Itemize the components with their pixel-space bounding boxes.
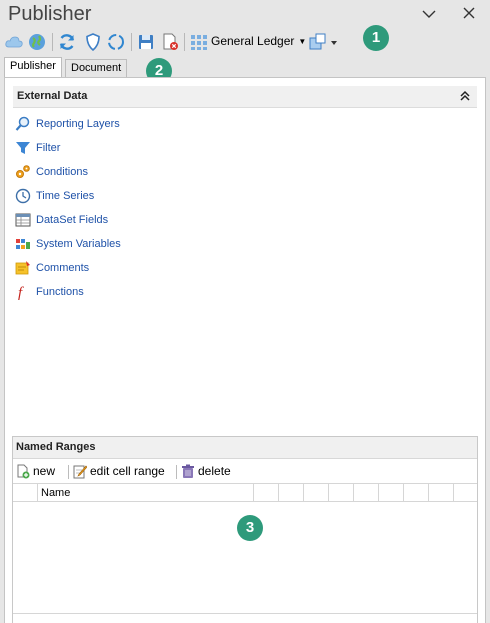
svg-text:f: f: [18, 285, 24, 300]
list-item-label: Comments: [36, 262, 90, 274]
list-item-system-variables[interactable]: System Variables: [15, 232, 121, 256]
named-ranges-header: Named Ranges: [13, 437, 477, 459]
toolbar-separator: [131, 33, 132, 51]
window-title: Publisher: [8, 3, 92, 25]
grid-column-divider: [378, 484, 379, 502]
magnifier-icon: [15, 116, 30, 131]
chevron-down-icon[interactable]: [420, 5, 438, 23]
trash-icon: [182, 464, 194, 478]
edit-icon: [73, 465, 87, 478]
callout-badge-3: 3: [237, 515, 263, 541]
toolbar: General Ledger ▼ 1: [0, 25, 490, 56]
list-item-label: Reporting Layers: [36, 118, 120, 130]
grid-column-divider: [453, 484, 454, 502]
delete-button[interactable]: delete: [181, 463, 231, 479]
external-data-list: Reporting Layers Filter Conditions Time …: [15, 112, 121, 304]
ledger-dropdown-label: General Ledger: [211, 34, 295, 48]
shield-icon[interactable]: [83, 32, 103, 52]
list-item-label: Filter: [36, 142, 61, 154]
grid-column-divider: [37, 484, 38, 502]
grid-column-divider: [353, 484, 354, 502]
list-item-label: DataSet Fields: [36, 214, 109, 226]
list-item-label: Conditions: [36, 166, 88, 178]
new-button[interactable]: new: [16, 463, 55, 479]
list-item-dataset-fields[interactable]: DataSet Fields: [15, 208, 121, 232]
clock-icon: [15, 188, 31, 204]
caret-down-icon: ▼: [298, 37, 307, 47]
ledger-dropdown[interactable]: General Ledger ▼: [211, 34, 306, 50]
toolbar-separator: [68, 465, 69, 479]
named-ranges-grid: Name 3: [13, 483, 477, 623]
list-item-label: Time Series: [36, 190, 95, 202]
new-document-icon: [17, 464, 30, 478]
named-ranges-toolbar: new edit cell range delete: [13, 460, 477, 482]
delete-document-icon[interactable]: [160, 32, 180, 52]
toolbar-separator: [176, 465, 177, 479]
note-icon: [15, 261, 30, 275]
grid-icon[interactable]: [189, 32, 209, 52]
tab-publisher[interactable]: Publisher: [4, 57, 62, 78]
variables-icon: [16, 239, 30, 249]
grid-column-divider: [253, 484, 254, 502]
list-item-conditions[interactable]: Conditions: [15, 160, 121, 184]
list-item-reporting-layers[interactable]: Reporting Layers: [15, 112, 121, 136]
sync-icon[interactable]: [106, 32, 126, 52]
list-item-label: System Variables: [36, 238, 121, 250]
funnel-icon: [16, 142, 30, 154]
grid-column-divider: [403, 484, 404, 502]
callout-badge-1: 1: [363, 25, 389, 51]
collapse-icon[interactable]: [459, 89, 471, 103]
tab-document[interactable]: Document: [65, 59, 128, 78]
toolbar-separator: [184, 33, 185, 51]
insert-block-icon[interactable]: [308, 32, 338, 52]
globe-icon[interactable]: [27, 32, 47, 52]
grid-header-row: Name: [13, 483, 477, 502]
new-button-label: new: [33, 464, 56, 478]
gears-icon: [16, 165, 30, 178]
tab-strip: Publisher Document 2: [0, 56, 490, 84]
external-data-header[interactable]: External Data: [13, 86, 477, 108]
save-icon[interactable]: [136, 32, 156, 52]
list-item-functions[interactable]: f Functions: [15, 280, 121, 304]
delete-button-label: delete: [198, 464, 231, 478]
list-item-time-series[interactable]: Time Series: [15, 184, 121, 208]
named-ranges-panel: Named Ranges new edit cell range delete …: [12, 436, 478, 623]
cloud-icon[interactable]: [4, 32, 24, 52]
refresh-icon[interactable]: [57, 32, 77, 52]
named-ranges-title: Named Ranges: [16, 441, 96, 453]
grid-column-divider: [303, 484, 304, 502]
toolbar-separator: [52, 33, 53, 51]
dataset-table-icon: [15, 213, 31, 227]
grid-column-divider: [278, 484, 279, 502]
grid-column-divider: [328, 484, 329, 502]
grid-footer: [13, 613, 477, 623]
title-bar: Publisher: [0, 0, 490, 28]
external-data-title: External Data: [17, 90, 88, 102]
function-icon: f: [18, 285, 24, 300]
list-item-comments[interactable]: Comments: [15, 256, 121, 280]
close-icon[interactable]: [461, 5, 477, 21]
column-header-name[interactable]: Name: [41, 487, 70, 499]
list-item-label: Functions: [36, 286, 84, 298]
publisher-panel: External Data Reporting Layers Filter Co…: [4, 77, 486, 623]
edit-cell-range-label: edit cell range: [90, 464, 165, 478]
grid-column-divider: [428, 484, 429, 502]
list-item-filter[interactable]: Filter: [15, 136, 121, 160]
edit-cell-range-button[interactable]: edit cell range: [73, 463, 165, 479]
